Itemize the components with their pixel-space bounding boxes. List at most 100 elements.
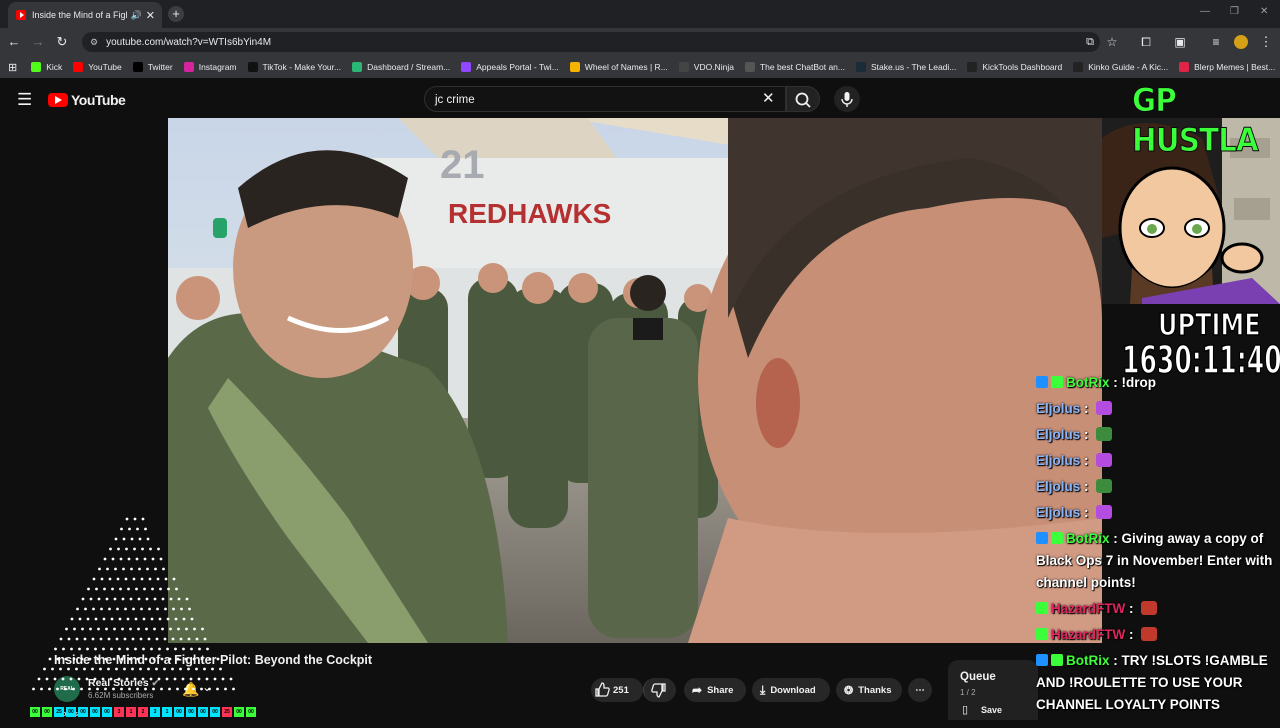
bookmark-label: Kinko Guide - A Kic... [1088, 62, 1169, 72]
decorative-dot [173, 677, 177, 681]
save-label[interactable]: Save [981, 705, 1002, 715]
decorative-dot [128, 687, 131, 691]
decorative-dot [115, 637, 119, 641]
menu-kebab-icon[interactable]: ⋮ [1258, 34, 1274, 50]
search-button[interactable] [786, 86, 820, 112]
bookmark-item[interactable]: VDO.Ninja [678, 62, 734, 72]
dislike-button[interactable] [643, 678, 676, 702]
bookmark-label: Kick [46, 62, 63, 72]
overlay-counter: 00 [90, 707, 100, 717]
site-info-icon[interactable]: ⚙ [90, 37, 98, 48]
profile-avatar[interactable] [1234, 35, 1248, 49]
decorative-dot [216, 657, 220, 661]
decorative-dot [153, 597, 157, 601]
bookmark-item[interactable]: KickTools Dashboard [967, 62, 1062, 72]
decorative-dot [182, 617, 186, 621]
microphone-icon [841, 92, 853, 107]
maximize-button[interactable]: ❐ [1230, 6, 1239, 17]
speaker-icon[interactable]: 🔊 [131, 10, 142, 21]
share-button[interactable]: ➦ Share [684, 678, 746, 702]
close-tab-icon[interactable]: ✕ [146, 9, 155, 22]
bookmark-item[interactable]: Twitter [132, 62, 173, 72]
voice-search-button[interactable] [834, 86, 860, 112]
like-button[interactable]: 251 [591, 678, 643, 702]
bookmark-item[interactable]: YouTube [73, 62, 122, 72]
decorative-dot [103, 587, 106, 591]
save-icon[interactable]: ▯ [962, 703, 968, 716]
decorative-dot [171, 667, 174, 671]
bookmark-item[interactable]: Kinko Guide - A Kic... [1073, 62, 1168, 72]
decorative-dot [125, 547, 128, 551]
youtube-logo[interactable]: YouTube [48, 92, 126, 108]
decorative-dot [134, 647, 137, 651]
decorative-dot [216, 687, 219, 691]
bookmark-favicon-icon [744, 62, 755, 72]
chat-badge-icon [1036, 532, 1048, 544]
scene-sign-text: REDHAWKS [448, 198, 611, 229]
bookmark-favicon-icon [352, 62, 363, 72]
bookmark-item[interactable]: Appeals Portal - Twi... [461, 62, 559, 72]
bookmark-item[interactable]: Dashboard / Stream... [352, 62, 450, 72]
bookmark-favicon-icon [247, 62, 258, 72]
decorative-dot [179, 667, 182, 671]
queue-count: 1 / 2 [960, 688, 976, 697]
minimize-button[interactable]: — [1200, 6, 1210, 17]
decorative-dot [125, 677, 129, 681]
cast-icon[interactable]: ⧉ [1082, 34, 1098, 50]
decorative-dot [87, 587, 90, 591]
more-actions-button[interactable]: ⋯ [908, 678, 932, 702]
bookmark-item[interactable]: Blerp Memes | Best... [1179, 62, 1275, 72]
chat-emote-icon [1141, 601, 1158, 615]
close-window-button[interactable]: ✕ [1260, 6, 1268, 17]
forward-icon[interactable]: → [30, 34, 46, 50]
decorative-dot [156, 577, 160, 581]
like-count: 251 [613, 684, 629, 696]
chat-message: HazardFTW : [1036, 624, 1280, 646]
bookmark-favicon-icon [73, 62, 84, 72]
bookmark-label: TikTok - Make Your... [262, 62, 342, 72]
decorative-dot [171, 637, 175, 641]
tab-search-icon[interactable]: ▣ [1172, 34, 1188, 50]
decorative-dot [176, 657, 180, 661]
bookmark-item[interactable]: Stake.us - The Leadi... [856, 62, 956, 72]
bookmark-item[interactable]: TikTok - Make Your... [247, 62, 342, 72]
bookmark-item[interactable]: Instagram [183, 62, 237, 72]
download-button[interactable]: ⤓ Download [752, 678, 830, 702]
decorative-dot [229, 677, 233, 681]
media-control-icon[interactable]: ≡ [1208, 34, 1224, 50]
decorative-dot [159, 557, 163, 561]
browser-tab[interactable]: Inside the Mind of a Fighte 🔊 ✕ [8, 2, 162, 28]
overlay-counter: 1 [162, 707, 172, 717]
decorative-dot [203, 637, 207, 641]
decorative-dot [77, 677, 81, 681]
bookmark-item[interactable]: Wheel of Names | R... [569, 62, 668, 72]
thanks-button[interactable]: ❂ Thanks [836, 678, 902, 702]
new-tab-button[interactable]: + [168, 6, 184, 22]
bookmark-label: VDO.Ninja [693, 62, 734, 72]
overlay-channel-title: GP HUSTLA [1132, 81, 1260, 160]
chat-message: Eljolus : [1036, 424, 1280, 446]
extensions-icon[interactable]: ⧠ [1138, 34, 1154, 50]
reload-icon[interactable]: ↻ [54, 34, 70, 50]
decorative-dot [129, 627, 132, 631]
search-input[interactable]: jc crime [424, 86, 786, 112]
queue-label: Queue [960, 671, 996, 683]
bookmark-item[interactable]: Kick [31, 62, 62, 72]
chat-username: Eljolus [1036, 427, 1081, 442]
clear-search-icon[interactable]: ✕ [762, 89, 775, 107]
video-player[interactable]: 21 REDHAWKS [168, 118, 1102, 643]
decorative-dot [160, 687, 163, 691]
decorative-dot [51, 667, 54, 671]
bookmark-favicon-icon [183, 62, 194, 72]
back-icon[interactable]: ← [6, 34, 22, 50]
bookmark-star-icon[interactable]: ☆ [1104, 34, 1120, 50]
decorative-dot [157, 677, 161, 681]
bookmark-item[interactable]: The best ChatBot an... [744, 62, 845, 72]
chat-username: BotRix [1066, 375, 1110, 390]
address-bar[interactable]: ⚙ youtube.com/watch?v=WTIs6bYin4M [82, 32, 1100, 52]
decorative-dot [148, 577, 152, 581]
overlay-counter: 00 [174, 707, 184, 717]
apps-grid-icon[interactable]: ⊞ [8, 61, 17, 74]
bookmark-label: Wheel of Names | R... [584, 62, 668, 72]
hamburger-menu-icon[interactable]: ☰ [17, 90, 32, 110]
